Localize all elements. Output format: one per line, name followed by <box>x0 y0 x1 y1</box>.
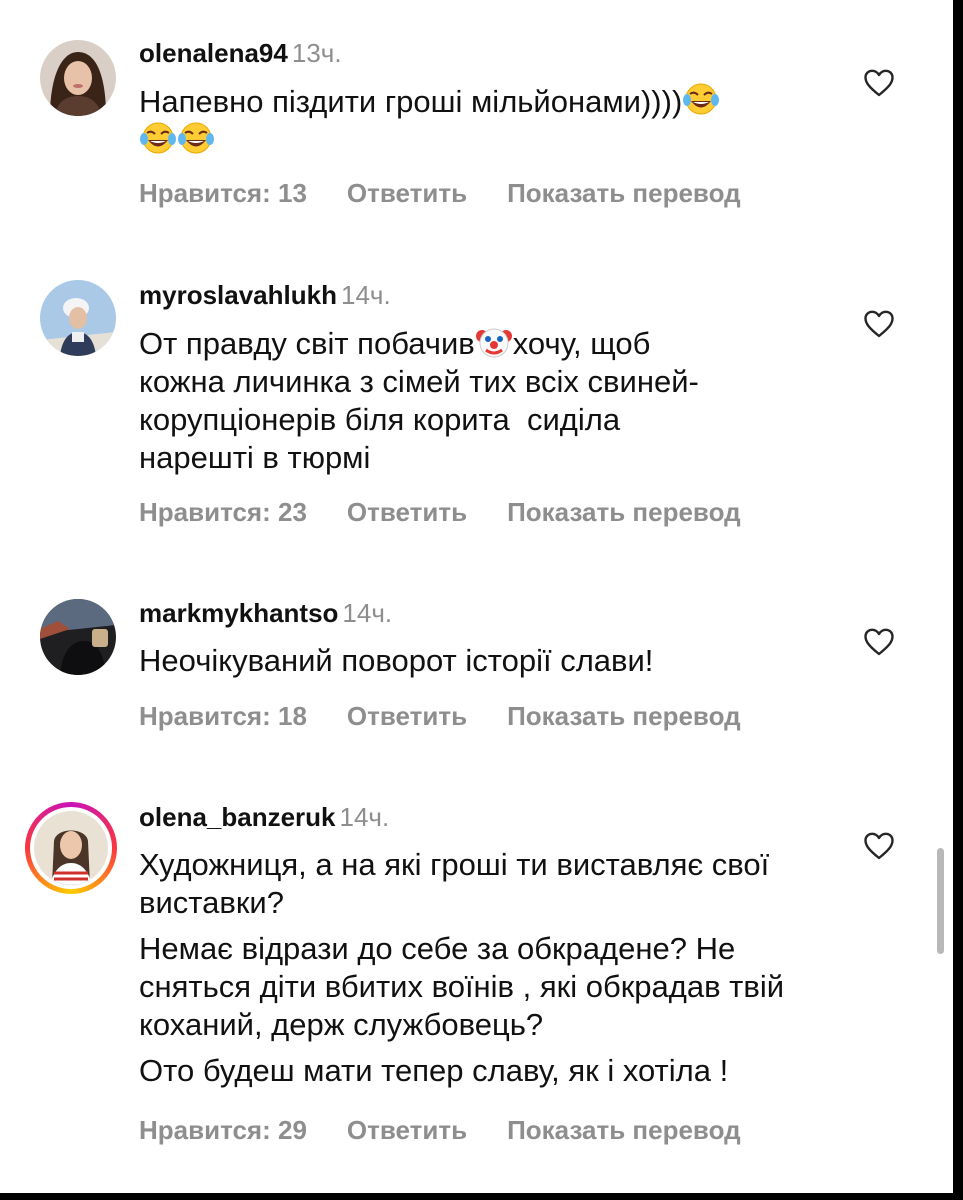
comment-text-line: кожна личинка з сімей тих всіх свиней- <box>139 364 699 399</box>
comment-paragraph: Ото будеш мати тепер славу, як і хотіла … <box>139 1053 729 1088</box>
timestamp: 13ч. <box>291 38 342 68</box>
avatar[interactable] <box>40 599 116 675</box>
username[interactable]: markmykhantso <box>139 598 338 628</box>
likes-count[interactable]: Нравится: 29 <box>139 1113 307 1147</box>
reply-button[interactable]: Ответить <box>347 699 467 733</box>
comment-text: От правду світ побачив хочу, щоб кожна ли… <box>139 324 839 477</box>
comment-text-line: хочу, щоб <box>512 326 651 361</box>
likes-count[interactable]: Нравится: 23 <box>139 495 307 529</box>
comment-text-line: Напевно піздити гроші мільйонами)))) <box>139 84 683 119</box>
comment-paragraph: Немає відрази до себе за обкрадене? Не с… <box>139 931 785 1042</box>
avatar[interactable] <box>40 280 116 356</box>
comment-text-line: нарешті в тюрмі <box>139 440 371 475</box>
like-heart-icon[interactable] <box>864 628 894 656</box>
timestamp: 14ч. <box>340 280 391 310</box>
comment-text: Неочікуваний поворот історії слави! <box>139 642 839 680</box>
story-ring-avatar[interactable] <box>25 802 117 894</box>
reply-button[interactable]: Ответить <box>347 176 467 210</box>
laughing-tears-emoji <box>139 121 177 157</box>
comment-text-line: От правду світ побачив <box>139 326 475 361</box>
comments-screen: olenalena94 13ч. Напевно піздити гроші мі… <box>0 0 953 1193</box>
show-translation-button[interactable]: Показать перевод <box>507 495 741 529</box>
like-heart-icon[interactable] <box>864 832 894 860</box>
comment-paragraph: Художниця, а на які гроші ти виставляє с… <box>139 847 770 920</box>
likes-count[interactable]: Нравится: 18 <box>139 699 307 733</box>
laughing-tears-emoji <box>177 121 215 157</box>
like-heart-icon[interactable] <box>864 310 894 338</box>
avatar <box>34 811 108 885</box>
show-translation-button[interactable]: Показать перевод <box>507 1113 741 1147</box>
comment-text-line: Неочікуваний поворот історії слави! <box>139 643 654 678</box>
laughing-tears-emoji <box>682 82 720 118</box>
like-heart-icon[interactable] <box>864 69 894 97</box>
timestamp: 14ч. <box>342 598 393 628</box>
username[interactable]: olena_banzeruk <box>139 802 336 832</box>
comment-text: Напевно піздити гроші мільйонами)))) <box>139 82 839 160</box>
show-translation-button[interactable]: Показать перевод <box>507 176 741 210</box>
clown-face-emoji <box>475 324 513 360</box>
scrollbar[interactable] <box>937 848 944 954</box>
reply-button[interactable]: Ответить <box>347 1113 467 1147</box>
likes-count[interactable]: Нравится: 13 <box>139 176 307 210</box>
username[interactable]: olenalena94 <box>139 38 288 68</box>
show-translation-button[interactable]: Показать перевод <box>507 699 741 733</box>
username[interactable]: myroslavahlukh <box>139 280 337 310</box>
timestamp: 14ч. <box>339 802 390 832</box>
avatar[interactable] <box>40 40 116 116</box>
comment-text: Художниця, а на які гроші ти виставляє с… <box>139 846 829 1090</box>
comment-text-line: корупціонерів біля корита сиділа <box>139 402 621 437</box>
reply-button[interactable]: Ответить <box>347 495 467 529</box>
